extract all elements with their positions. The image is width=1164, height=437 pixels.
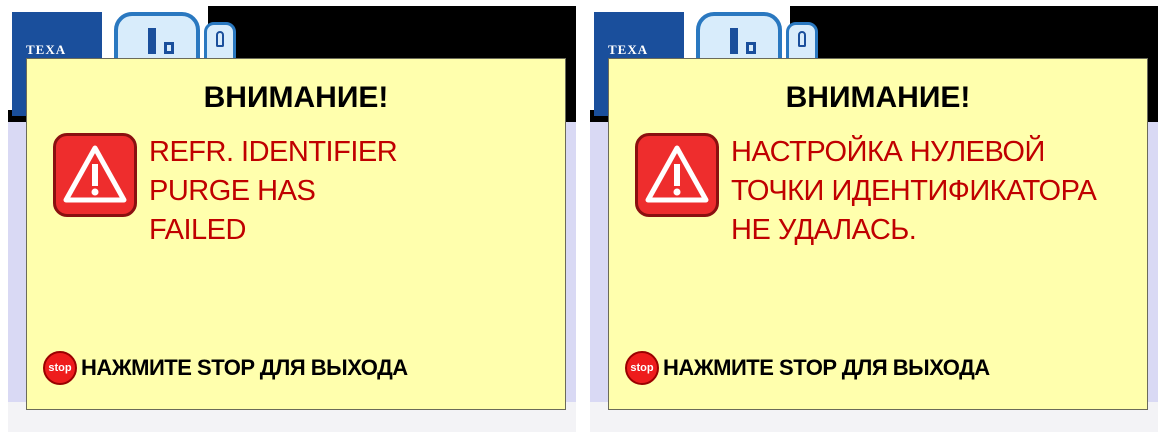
message-line: REFR. IDENTIFIER — [149, 136, 398, 168]
tool-icon — [148, 28, 156, 54]
bulb-icon — [216, 31, 224, 47]
logo-text: TEXA — [26, 42, 67, 57]
dialog-message: НАСТРОЙКА НУЛЕВОЙ ТОЧКИ ИДЕНТИФИКАТОРА Н… — [731, 133, 1131, 250]
stop-icon[interactable]: stop — [43, 351, 77, 385]
tool-tab-button[interactable] — [114, 12, 200, 64]
warning-triangle-icon — [53, 133, 137, 217]
tool-tab-button[interactable] — [696, 12, 782, 64]
dialog-message: REFR. IDENTIFIER PURGE HAS FAILED — [149, 133, 549, 250]
message-line: PURGE HAS — [149, 175, 316, 207]
screen-russian: TEXA ВНИМАНИЕ! НАСТРОЙКА НУЛЕВОЙ ТОЧКИ И… — [590, 6, 1158, 432]
bulb-icon — [798, 31, 806, 47]
message-line: НЕ УДАЛАСЬ. — [731, 214, 917, 246]
dialog-title: ВНИМАНИЕ! — [203, 81, 389, 114]
warning-dialog: ВНИМАНИЕ! REFR. IDENTIFIER PURGE HAS FAI… — [26, 58, 566, 410]
tool-icon-secondary — [746, 42, 756, 54]
stop-instruction: НАЖМИТЕ STOP ДЛЯ ВЫХОДА — [663, 355, 990, 380]
screen-english: TEXA ВНИМАНИЕ! REFR. IDENTIFIER PURGE HA… — [8, 6, 576, 432]
warning-dialog: ВНИМАНИЕ! НАСТРОЙКА НУЛЕВОЙ ТОЧКИ ИДЕНТИ… — [608, 58, 1148, 410]
tool-icon-secondary — [164, 42, 174, 54]
warning-triangle-icon — [635, 133, 719, 217]
tool-icon — [730, 28, 738, 54]
logo-text: TEXA — [608, 42, 649, 57]
message-line: ТОЧКИ ИДЕНТИФИКАТОРА — [731, 175, 1097, 207]
stop-instruction: НАЖМИТЕ STOP ДЛЯ ВЫХОДА — [81, 355, 408, 380]
stop-icon[interactable]: stop — [625, 351, 659, 385]
message-line: НАСТРОЙКА НУЛЕВОЙ — [731, 136, 1045, 168]
message-line: FAILED — [149, 214, 246, 246]
dialog-title: ВНИМАНИЕ! — [785, 81, 971, 114]
